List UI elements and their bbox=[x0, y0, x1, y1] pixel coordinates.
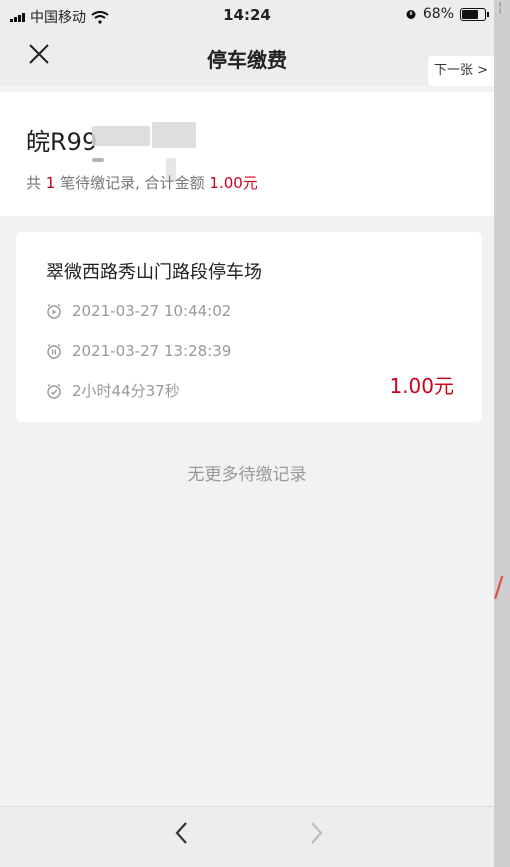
total-amount: 1.00元 bbox=[209, 174, 258, 192]
next-page-button[interactable]: 下一张 > bbox=[428, 56, 494, 86]
edge-mark: / bbox=[494, 570, 504, 603]
redacted-plate bbox=[92, 126, 150, 146]
battery-icon bbox=[460, 7, 489, 21]
parking-record-card[interactable]: 翠微西路秀山门路段停车场 2021-03-27 10:44:02 2021-03… bbox=[16, 232, 482, 422]
status-right: 68% bbox=[405, 6, 489, 22]
redacted-plate bbox=[152, 122, 196, 148]
start-clock-icon bbox=[47, 303, 61, 319]
plate-section: 皖R99 共 1 笔待缴记录, 合计金额 1.00元 bbox=[0, 92, 494, 216]
start-time: 2021-03-27 10:44:02 bbox=[72, 302, 232, 320]
bottom-toolbar bbox=[0, 806, 494, 867]
start-time-row: 2021-03-27 10:44:02 bbox=[46, 302, 231, 320]
background-strip: ¦ / bbox=[494, 0, 510, 867]
pending-summary: 共 1 笔待缴记录, 合计金额 1.00元 bbox=[26, 174, 258, 192]
pending-count: 1 bbox=[45, 174, 56, 192]
duration-row: 2小时44分37秒 bbox=[46, 380, 180, 401]
alarm-icon bbox=[406, 10, 416, 19]
end-time: 2021-03-27 13:28:39 bbox=[72, 342, 232, 360]
battery-percent: 68% bbox=[422, 6, 454, 22]
parking-duration: 2小时44分37秒 bbox=[72, 382, 180, 400]
redacted-mark bbox=[92, 158, 104, 162]
chevron-left-icon[interactable] bbox=[172, 817, 192, 855]
page-title: 停车缴费 bbox=[207, 48, 287, 72]
no-more-records: 无更多待缴记录 bbox=[187, 465, 307, 485]
duration-clock-icon bbox=[47, 383, 61, 399]
end-clock-icon bbox=[47, 343, 61, 359]
edge-mark: ¦ bbox=[498, 0, 503, 15]
end-time-row: 2021-03-27 13:28:39 bbox=[46, 342, 231, 360]
status-bar: 中国移动 14:24 68% bbox=[0, 0, 494, 30]
nav-bar: 停车缴费 下一张 > bbox=[0, 30, 494, 86]
plate-number: 皖R99 bbox=[26, 128, 98, 156]
chevron-right-icon bbox=[306, 817, 326, 855]
parking-lot-name: 翠微西路秀山门路段停车场 bbox=[46, 262, 262, 283]
record-amount: 1.00元 bbox=[389, 374, 454, 398]
phone-screen: 中国移动 14:24 68% 停车缴费 下一张 > 皖R99 共 1 笔待缴记录… bbox=[0, 0, 494, 867]
